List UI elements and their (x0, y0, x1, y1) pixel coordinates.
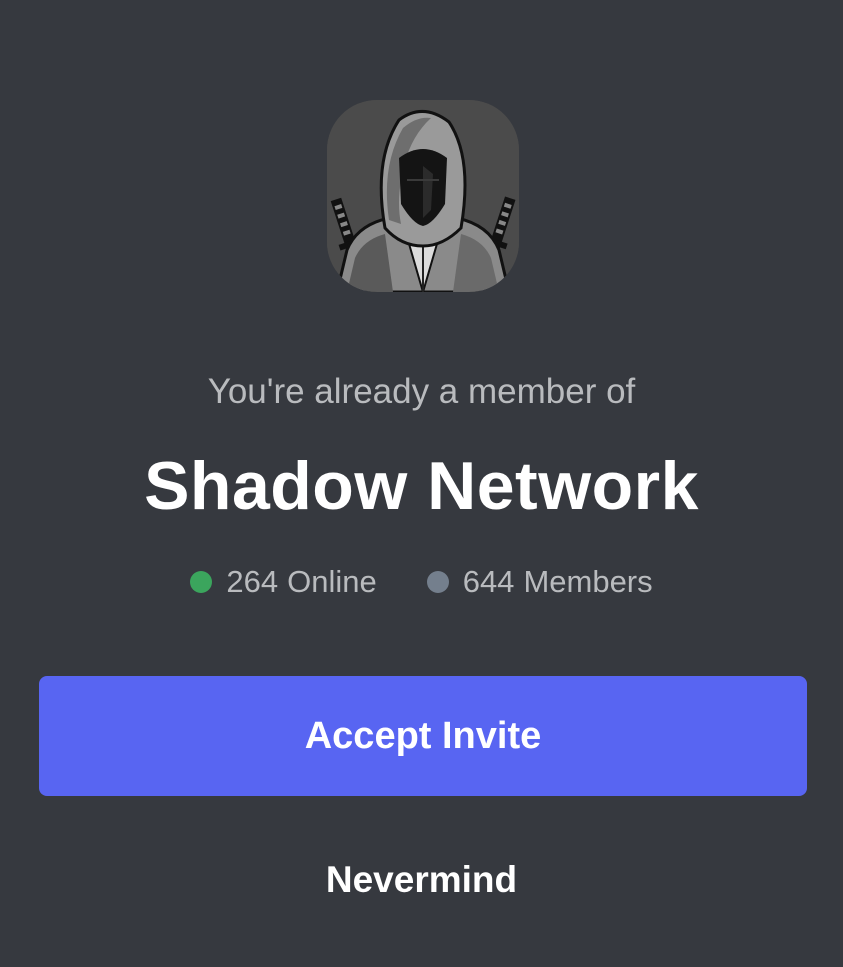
members-count: 644 (462, 564, 515, 599)
online-dot-icon (190, 571, 213, 593)
online-count: 264 (226, 564, 279, 599)
hooded-ninja-avatar-icon (327, 100, 519, 292)
members-dot-icon (426, 571, 449, 593)
members-stat: 644 Members (426, 560, 653, 604)
online-stat: 264 Online (190, 560, 377, 604)
nevermind-button[interactable]: Nevermind (0, 855, 843, 905)
server-name: Shadow Network (144, 448, 699, 524)
server-icon (327, 100, 519, 292)
online-label: Online (287, 564, 377, 599)
invite-subtitle: You're already a member of (207, 372, 636, 411)
accept-invite-button[interactable]: Accept Invite (39, 676, 807, 796)
members-label: Members (523, 564, 653, 599)
server-stats: 264 Online 644 Members (0, 560, 843, 604)
